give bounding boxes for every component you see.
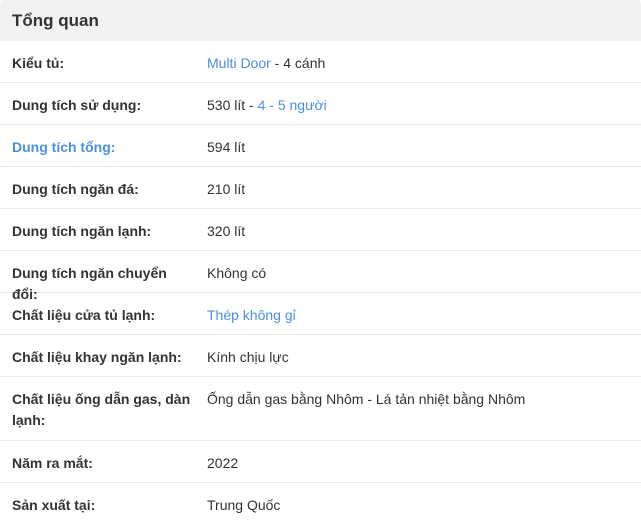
spec-label: Dung tích ngăn chuyển đổi:: [12, 265, 167, 302]
spec-value: Thép không gỉ: [196, 293, 641, 334]
spec-overview-panel: Tổng quan Kiểu tủ: Multi Door - 4 cánh D…: [0, 0, 641, 523]
household-size-link[interactable]: 4 - 5 người: [258, 97, 327, 113]
spec-label: Năm ra mắt:: [12, 455, 93, 471]
spec-row-fridge-capacity: Dung tích ngăn lạnh: 320 lít: [0, 209, 641, 251]
spec-row-tray-material: Chất liệu khay ngăn lạnh: Kính chịu lực: [0, 335, 641, 377]
spec-table: Kiểu tủ: Multi Door - 4 cánh Dung tích s…: [0, 41, 641, 525]
spec-row-usable-capacity: Dung tích sử dụng: 530 lít - 4 - 5 người: [0, 83, 641, 125]
spec-label: Chất liệu ống dẫn gas, dàn lạnh:: [12, 391, 191, 428]
spec-value: 210 lít: [207, 181, 246, 197]
spec-value: Multi Door - 4 cánh: [196, 41, 641, 82]
spec-value: Không có: [207, 265, 267, 281]
spec-value: Trung Quốc: [207, 497, 281, 513]
spec-row-freezer-capacity: Dung tích ngăn đá: 210 lít: [0, 167, 641, 209]
spec-row-release-year: Năm ra mắt: 2022: [0, 441, 641, 483]
spec-value: 320 lít: [207, 223, 246, 239]
spec-label: Dung tích sử dụng:: [12, 97, 142, 113]
total-capacity-link[interactable]: Dung tích tổng:: [0, 125, 196, 166]
spec-value: Kính chịu lực: [207, 349, 289, 365]
spec-label: Chất liệu khay ngăn lạnh:: [12, 349, 182, 365]
spec-row-gas-pipe-material: Chất liệu ống dẫn gas, dàn lạnh: Ống dẫn…: [0, 377, 641, 441]
spec-row-convertible-capacity: Dung tích ngăn chuyển đổi: Không có: [0, 251, 641, 302]
spec-value: 594 lít: [207, 139, 246, 155]
multi-door-link[interactable]: Multi Door: [207, 55, 271, 71]
spec-value-text: - 4 cánh: [270, 55, 326, 71]
spec-row-made-in: Sản xuất tại: Trung Quốc: [0, 483, 641, 525]
spec-label: Kiểu tủ:: [12, 55, 65, 71]
spec-row-total-capacity: Dung tích tổng: 594 lít: [0, 125, 641, 167]
spec-row-fridge-type: Kiểu tủ: Multi Door - 4 cánh: [0, 41, 641, 83]
spec-value-text: 530 lít -: [207, 97, 258, 113]
spec-row-door-material: Chất liệu cửa tủ lạnh: Thép không gỉ: [0, 293, 641, 335]
spec-label: Dung tích ngăn đá:: [12, 181, 139, 197]
spec-value: 2022: [207, 455, 239, 471]
section-title: Tổng quan: [12, 10, 99, 30]
spec-label: Sản xuất tại:: [12, 497, 96, 513]
spec-label: Chất liệu cửa tủ lạnh:: [12, 307, 156, 323]
spec-label: Dung tích ngăn lạnh:: [12, 223, 152, 239]
stainless-steel-link[interactable]: Thép không gỉ: [207, 307, 296, 323]
spec-value: Ống dẫn gas bằng Nhôm - Lá tản nhiệt bằn…: [207, 391, 526, 407]
spec-value: 530 lít - 4 - 5 người: [196, 83, 641, 124]
section-header: Tổng quan: [0, 0, 641, 41]
